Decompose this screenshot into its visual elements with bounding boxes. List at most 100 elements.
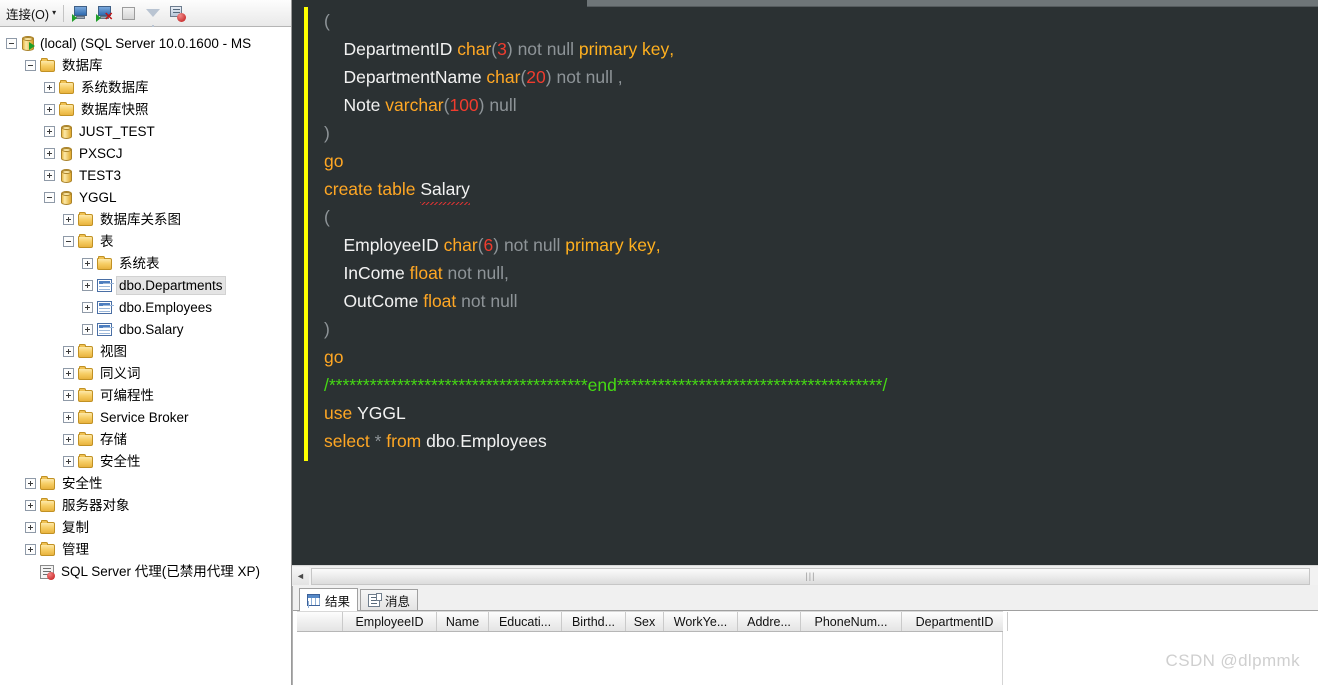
tree-node[interactable]: 服务器对象 [0, 494, 291, 516]
code-line: select * from dbo. Employees [308, 427, 1318, 455]
filter-icon [145, 9, 160, 30]
grid-column-header[interactable]: WorkYe... [664, 612, 738, 631]
collapse-icon[interactable] [44, 191, 55, 203]
connect-button[interactable] [69, 2, 92, 24]
results-tab-label: 结果 [325, 594, 351, 609]
tree-node[interactable]: 视图 [0, 340, 291, 362]
expand-icon[interactable] [63, 213, 74, 225]
toolbar-separator [63, 4, 65, 22]
folder-icon [78, 432, 93, 446]
scrollbar-track[interactable]: ||| [309, 567, 1318, 585]
database-icon [61, 168, 72, 183]
expand-icon[interactable] [25, 543, 36, 555]
grid-column-header[interactable]: PhoneNum... [801, 612, 902, 631]
tree-node-label: 安全性 [100, 453, 141, 469]
tree-node-label: 系统数据库 [81, 79, 149, 95]
tree-node[interactable]: 安全性 [0, 472, 291, 494]
grid-column-header[interactable]: Name [437, 612, 489, 631]
stop-icon [122, 6, 136, 20]
tree-node[interactable]: 系统数据库 [0, 76, 291, 98]
expand-icon[interactable] [63, 455, 74, 467]
tree-node[interactable]: Service Broker [0, 406, 291, 428]
expand-icon[interactable] [44, 147, 55, 159]
grid-column-header[interactable]: Birthd... [562, 612, 626, 631]
message-icon [368, 592, 383, 607]
collapse-icon[interactable] [25, 59, 36, 71]
code-token: ) [493, 235, 504, 255]
expand-icon[interactable] [25, 521, 36, 533]
expand-icon[interactable] [63, 411, 74, 423]
tree-node[interactable]: dbo.Employees [0, 296, 291, 318]
expand-icon[interactable] [82, 257, 93, 269]
collapse-icon[interactable] [63, 235, 74, 247]
tree-node[interactable]: dbo.Departments [0, 274, 291, 296]
tree-node[interactable]: TEST3 [0, 164, 291, 186]
code-line: EmployeeID char(6) not null primary key, [308, 231, 1318, 259]
results-grid[interactable]: EmployeeID Name Educati... Birthd... Sex Work… [293, 611, 1318, 685]
grid-column-header[interactable]: Educati... [489, 612, 562, 631]
tree-node[interactable]: 表 [0, 230, 291, 252]
editor-horizontal-scrollbar[interactable]: ◄ ||| [292, 565, 1318, 586]
grid-column-header[interactable]: EmployeeID [343, 612, 437, 631]
disconnect-button[interactable]: ✕ [93, 2, 116, 24]
editor-tab-active[interactable] [292, 0, 587, 7]
tree-node-label: TEST3 [79, 167, 122, 183]
stop-script-button[interactable] [165, 2, 188, 24]
tree-node[interactable]: dbo.Salary [0, 318, 291, 340]
expand-icon[interactable] [63, 345, 74, 357]
sql-code-text[interactable]: ( DepartmentID char(3) not null primary … [308, 7, 1318, 565]
expand-icon[interactable] [44, 81, 55, 93]
expand-icon[interactable] [44, 125, 55, 137]
grid-column-header[interactable]: Addre... [738, 612, 801, 631]
stop-button[interactable] [117, 2, 140, 24]
expand-icon[interactable] [44, 169, 55, 181]
object-explorer-tree[interactable]: (local) (SQL Server 10.0.1600 - MS 数据库系统数… [0, 27, 291, 685]
tree-node[interactable]: PXSCJ [0, 142, 291, 164]
tree-node[interactable]: 同义词 [0, 362, 291, 384]
code-token: not null , [556, 67, 623, 87]
sql-editor[interactable]: ( DepartmentID char(3) not null primary … [292, 7, 1318, 565]
grid-corner-header[interactable] [297, 612, 343, 631]
scrollbar-thumb[interactable]: ||| [311, 567, 1310, 585]
expand-icon[interactable] [63, 433, 74, 445]
folder-icon [59, 102, 74, 116]
expand-icon[interactable] [44, 103, 55, 115]
code-token: 6 [483, 235, 494, 255]
tree-node-label: 复制 [62, 519, 89, 535]
filter-button[interactable] [141, 2, 164, 30]
tree-node[interactable]: SQL Server 代理(已禁用代理 XP) [0, 560, 291, 582]
tree-node[interactable]: 可编程性 [0, 384, 291, 406]
tree-node[interactable]: 安全性 [0, 450, 291, 472]
scroll-left-arrow-icon[interactable]: ◄ [292, 567, 309, 585]
code-token: Note [324, 95, 386, 115]
tree-node[interactable]: YGGL [0, 186, 291, 208]
tree-node[interactable]: 存储 [0, 428, 291, 450]
collapse-icon[interactable] [6, 37, 17, 49]
scrollbar-grip-icon: ||| [805, 571, 816, 581]
tree-node[interactable]: JUST_TEST [0, 120, 291, 142]
grid-column-header[interactable]: Sex [626, 612, 664, 631]
table-icon [97, 301, 112, 314]
expand-icon[interactable] [82, 301, 93, 313]
tree-node[interactable]: 系统表 [0, 252, 291, 274]
expand-icon[interactable] [63, 367, 74, 379]
code-token: 20 [526, 67, 546, 87]
expand-icon[interactable] [25, 477, 36, 489]
expand-icon[interactable] [63, 389, 74, 401]
tree-node[interactable]: 数据库关系图 [0, 208, 291, 230]
code-token: go [324, 151, 344, 171]
expand-icon[interactable] [82, 279, 93, 291]
grid-column-header[interactable]: DepartmentID [902, 612, 1008, 631]
tree-node[interactable]: (local) (SQL Server 10.0.1600 - MS [0, 32, 291, 54]
expand-icon[interactable] [82, 323, 93, 335]
results-grid-body[interactable] [297, 632, 1003, 685]
results-tab[interactable]: 消息 [360, 589, 419, 610]
tree-node[interactable]: 管理 [0, 538, 291, 560]
results-tab[interactable]: 结果 [299, 588, 359, 611]
tree-node[interactable]: 数据库快照 [0, 98, 291, 120]
tree-node[interactable]: 复制 [0, 516, 291, 538]
code-token: 3 [497, 39, 507, 59]
expand-icon[interactable] [25, 499, 36, 511]
connect-dropdown-button[interactable]: 连接(O) ▾ [4, 3, 58, 24]
tree-node[interactable]: 数据库 [0, 54, 291, 76]
